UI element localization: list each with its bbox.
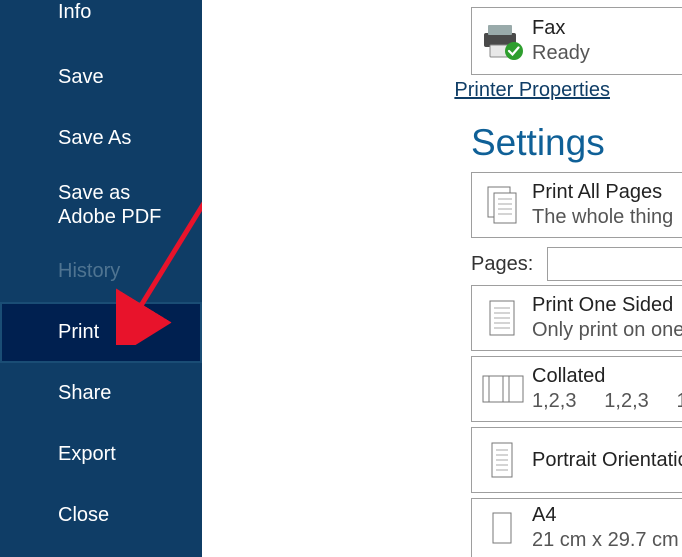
print-sides-subtitle: Only print on one side of th… [532,318,682,343]
sidebar-item-share[interactable]: Share [0,363,202,424]
print-sides-selector[interactable]: Print One Sided Only print on one side o… [471,285,682,351]
backstage-sidebar: Info Save Save As Save as Adobe PDF Hist… [0,0,202,557]
settings-heading: Settings [471,122,605,164]
sidebar-item-label: History [58,260,120,283]
sidebar-item-label: Save as Adobe PDF [58,181,182,229]
sidebar-item-label: Info [58,1,91,24]
orientation-selector[interactable]: Portrait Orientation ▾ [471,427,682,493]
blank-page-icon [472,508,532,548]
sidebar-item-save-as-adobe-pdf[interactable]: Save as Adobe PDF [0,169,202,241]
printer-status: Ready [532,41,682,66]
sidebar-item-info[interactable]: Info [0,0,202,47]
sidebar-item-label: Save As [58,127,131,150]
sidebar-item-history[interactable]: History [0,241,202,302]
sidebar-item-label: Share [58,382,111,405]
sidebar-item-close[interactable]: Close [0,485,202,546]
collated-pages-icon [472,370,532,408]
document-stack-icon [472,183,532,227]
sidebar-item-label: Print [58,321,99,344]
sidebar-item-export[interactable]: Export [0,424,202,485]
paper-size-title: A4 [532,503,682,528]
print-scope-subtitle: The whole thing [532,205,682,230]
printer-name: Fax [532,16,682,41]
printer-ready-icon [472,21,532,61]
pages-row: Pages: i [471,247,682,281]
pages-input[interactable] [547,247,682,281]
paper-size-subtitle: 21 cm x 29.7 cm [532,528,682,553]
collate-selector[interactable]: Collated 1,2,3 1,2,3 1,2,3 ▾ [471,356,682,422]
printer-properties-link[interactable]: Printer Properties [454,79,610,102]
sidebar-item-label: Close [58,504,109,527]
print-scope-title: Print All Pages [532,180,682,205]
print-sides-title: Print One Sided [532,293,682,318]
sidebar-item-print[interactable]: Print [0,302,202,363]
sidebar-item-label: Save [58,66,104,89]
orientation-title: Portrait Orientation [532,449,682,472]
pages-label: Pages: [471,253,533,276]
sidebar-item-save[interactable]: Save [0,47,202,108]
print-settings-pane: Fax Ready ▾ Printer Properties Settings … [202,0,682,557]
print-scope-selector[interactable]: Print All Pages The whole thing ▾ [471,172,682,238]
printer-selector[interactable]: Fax Ready ▾ [471,7,682,75]
sidebar-item-label: Export [58,443,116,466]
paper-size-selector[interactable]: A4 21 cm x 29.7 cm ▾ [471,498,682,557]
portrait-page-icon [472,438,532,482]
single-page-icon [472,296,532,340]
collate-subtitle: 1,2,3 1,2,3 1,2,3 [532,389,682,414]
sidebar-item-save-as[interactable]: Save As [0,108,202,169]
collate-title: Collated [532,364,682,389]
